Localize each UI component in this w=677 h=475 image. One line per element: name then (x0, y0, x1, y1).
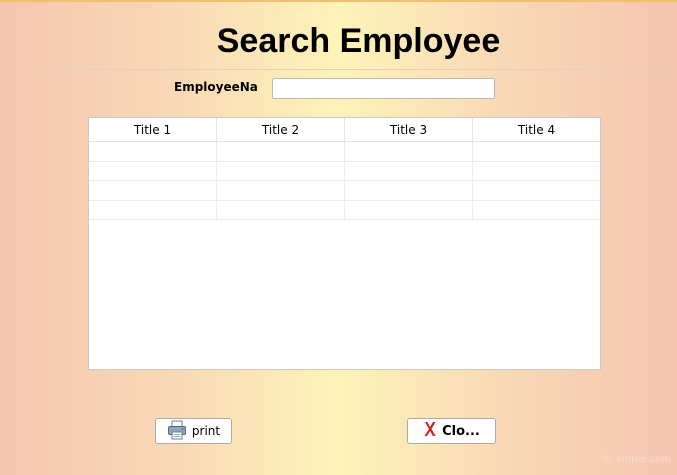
table-cell[interactable] (89, 161, 217, 180)
table-cell[interactable] (217, 181, 345, 200)
table-cell[interactable] (345, 200, 473, 219)
employee-name-input[interactable] (272, 78, 495, 99)
table-cell[interactable] (473, 142, 600, 161)
column-header-title-4[interactable]: Title 4 (473, 118, 600, 141)
table-cell[interactable] (217, 142, 345, 161)
print-button[interactable]: print (155, 418, 232, 444)
table-row[interactable] (89, 161, 600, 181)
table-row[interactable] (89, 200, 600, 220)
column-header-title-3[interactable]: Title 3 (345, 118, 473, 141)
table-cell[interactable] (345, 142, 473, 161)
print-button-label: print (191, 424, 221, 438)
table-cell[interactable] (217, 200, 345, 219)
table-cell[interactable] (473, 181, 600, 200)
title-divider (32, 69, 677, 70)
table-cell[interactable] (89, 142, 217, 161)
printer-icon (167, 420, 187, 443)
column-header-title-2[interactable]: Title 2 (217, 118, 345, 141)
table-cell[interactable] (473, 162, 600, 181)
table-row[interactable] (89, 181, 600, 201)
window-top-border (0, 0, 677, 2)
table-cell[interactable] (89, 181, 217, 200)
table-header: Title 1 Title 2 Title 3 Title 4 (89, 118, 600, 142)
table-row[interactable] (89, 142, 600, 162)
employee-name-label: EmployeeNa... (174, 80, 258, 94)
table-cell[interactable] (89, 200, 217, 219)
close-button-label: Clo... (442, 423, 480, 439)
table-cell[interactable] (217, 161, 345, 180)
column-header-title-1[interactable]: Title 1 (89, 118, 217, 141)
table-cell[interactable] (473, 201, 600, 220)
close-x-icon (423, 421, 437, 441)
table-cell[interactable] (345, 181, 473, 200)
results-table[interactable]: Title 1 Title 2 Title 3 Title 4 (88, 117, 601, 370)
table-cell[interactable] (345, 161, 473, 180)
watermark: © xmple.com (602, 454, 671, 465)
page-title: Search Employee (216, 22, 501, 60)
close-button[interactable]: Clo... (407, 418, 496, 444)
